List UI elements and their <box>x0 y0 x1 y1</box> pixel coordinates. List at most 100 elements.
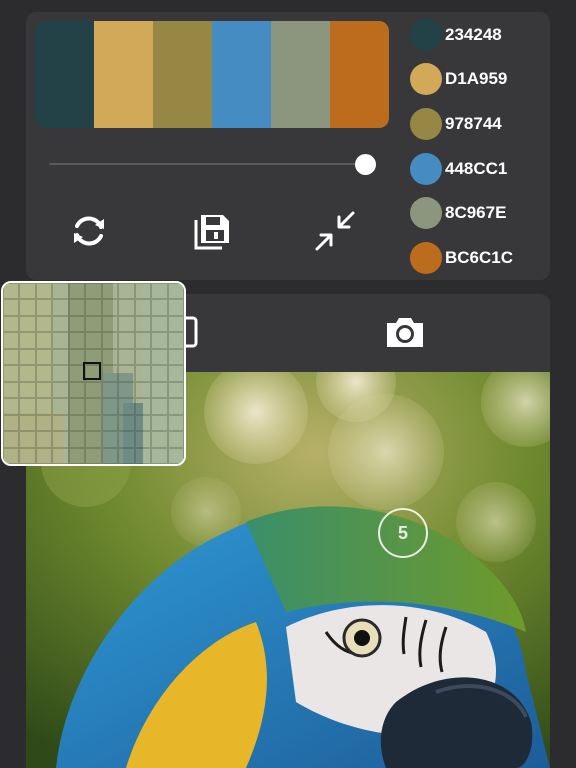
loupe-pixel <box>134 348 152 366</box>
loupe-pixel <box>3 283 20 300</box>
loupe-pixel <box>118 283 135 300</box>
loupe-pixel <box>167 447 184 464</box>
loupe-pixel <box>134 332 152 349</box>
loupe-pixel <box>167 414 184 432</box>
loupe-pixel <box>151 365 168 382</box>
loupe-pixel <box>85 299 102 316</box>
loupe-pixel <box>134 283 152 300</box>
loupe-pixel <box>19 365 36 382</box>
palette-swatch[interactable] <box>153 21 212 128</box>
loupe-pixel <box>101 447 119 464</box>
refresh-button[interactable] <box>66 208 112 254</box>
color-row[interactable]: 8C967E <box>410 196 506 230</box>
loupe-pixel <box>35 447 53 464</box>
loupe-pixel <box>35 315 53 333</box>
loupe-pixel <box>151 398 168 415</box>
loupe-pixel <box>118 431 135 448</box>
loupe-pixel <box>3 381 20 399</box>
loupe-pixel <box>35 332 53 349</box>
loupe-pixel <box>167 381 184 399</box>
loupe-pixel <box>68 299 86 316</box>
tab-camera[interactable] <box>383 310 427 354</box>
color-count-slider-track[interactable] <box>49 163 371 165</box>
loupe-pixel <box>19 299 36 316</box>
loupe-pixel <box>151 299 168 316</box>
loupe-pixel <box>52 414 69 432</box>
loupe-pixel <box>19 431 36 448</box>
palette-swatch[interactable] <box>94 21 153 128</box>
loupe-pixel <box>167 431 184 448</box>
loupe-pixel <box>167 348 184 366</box>
palette-swatch[interactable] <box>330 21 389 128</box>
loupe-pixel <box>68 398 86 415</box>
loupe-pixel <box>3 431 20 448</box>
loupe-pixel <box>3 447 20 464</box>
loupe-pixel <box>101 381 119 399</box>
loupe-pixel <box>35 381 53 399</box>
loupe-pixel <box>151 414 168 432</box>
color-row[interactable]: 978744 <box>410 107 502 141</box>
loupe-pixel <box>101 299 119 316</box>
loupe-pixel <box>101 398 119 415</box>
loupe-pixel <box>68 315 86 333</box>
loupe-pixel <box>68 283 86 300</box>
loupe-pixel <box>151 431 168 448</box>
color-row[interactable]: 448CC1 <box>410 152 507 186</box>
loupe-pixel <box>134 414 152 432</box>
collapse-icon <box>315 211 355 251</box>
loupe-pixel <box>35 283 53 300</box>
palette-swatch[interactable] <box>271 21 330 128</box>
loupe-pixel <box>52 398 69 415</box>
loupe-pixel <box>85 398 102 415</box>
loupe-pixel <box>85 332 102 349</box>
palette-swatch[interactable] <box>35 21 94 128</box>
loupe-pixel <box>151 283 168 300</box>
loupe-pixel <box>151 332 168 349</box>
loupe-pixel <box>134 398 152 415</box>
loupe-pixel <box>118 381 135 399</box>
loupe-pixel <box>35 348 53 366</box>
loupe-pixel <box>167 365 184 382</box>
color-dot <box>410 197 442 229</box>
palette-strip[interactable] <box>35 21 389 128</box>
palette-swatch[interactable] <box>212 21 271 128</box>
save-button[interactable] <box>189 208 235 254</box>
loupe-pixel <box>85 447 102 464</box>
color-count-slider-thumb[interactable] <box>355 154 376 175</box>
loupe-pixel <box>52 283 69 300</box>
loupe-pixel <box>151 447 168 464</box>
loupe-pixel <box>3 365 20 382</box>
loupe-pixel <box>68 431 86 448</box>
color-row[interactable]: D1A959 <box>410 62 507 96</box>
loupe-pixel <box>134 315 152 333</box>
loupe-pixel <box>167 283 184 300</box>
loupe-pixel <box>19 332 36 349</box>
color-dot <box>410 153 442 185</box>
loupe-pixel <box>118 332 135 349</box>
loupe-pixel <box>134 365 152 382</box>
loupe-pixel <box>167 398 184 415</box>
loupe-pixel <box>3 299 20 316</box>
loupe-pixel <box>3 315 20 333</box>
loupe-pixel <box>151 381 168 399</box>
loupe-pixel <box>85 431 102 448</box>
camera-icon <box>387 318 423 347</box>
loupe-pixel <box>35 398 53 415</box>
color-row[interactable]: BC6C1C <box>410 241 513 275</box>
loupe-pixel <box>52 332 69 349</box>
loupe-pixel <box>101 332 119 349</box>
save-icon <box>194 215 229 250</box>
loupe-pixel <box>85 414 102 432</box>
color-row[interactable]: 234248 <box>410 18 502 52</box>
loupe-pixel <box>3 348 20 366</box>
loupe-cursor <box>83 362 101 380</box>
loupe-pixel <box>151 348 168 366</box>
loupe-pixel <box>134 431 152 448</box>
loupe-pixel <box>19 447 36 464</box>
loupe-pixel <box>134 381 152 399</box>
brush-size-badge[interactable]: 5 <box>378 508 428 558</box>
loupe-pixel <box>19 315 36 333</box>
collapse-button[interactable] <box>312 208 358 254</box>
loupe-pixel <box>167 332 184 349</box>
loupe-pixel <box>118 299 135 316</box>
